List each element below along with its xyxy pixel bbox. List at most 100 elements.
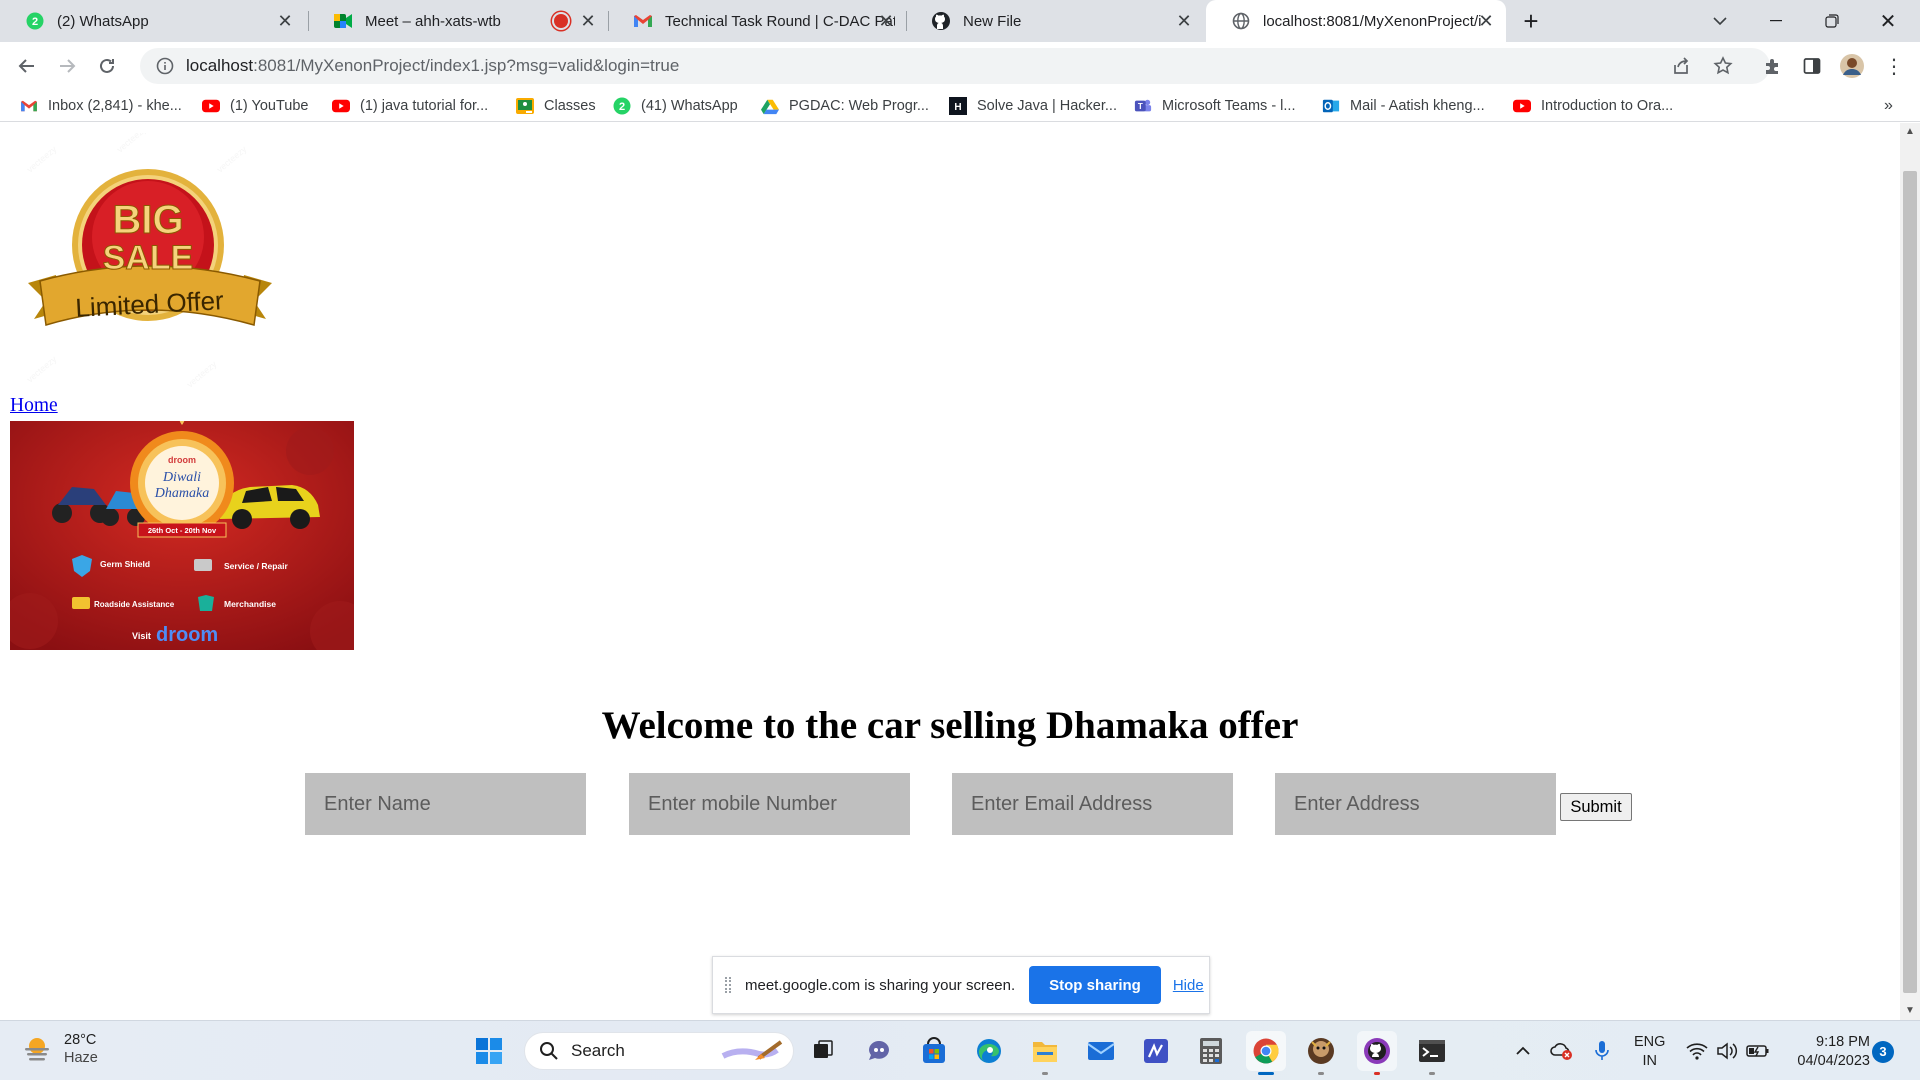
- taskbar-edge-app[interactable]: [969, 1031, 1009, 1071]
- name-input[interactable]: [305, 773, 586, 835]
- url-host: localhost: [186, 56, 254, 75]
- bookmark-pgdac[interactable]: PGDAC: Web Progr...: [761, 94, 929, 118]
- close-tab-icon[interactable]: ✕: [876, 11, 896, 31]
- scroll-down-arrow-icon[interactable]: ▼: [1900, 1002, 1920, 1020]
- tab-title: (2) WhatsApp: [57, 12, 149, 30]
- bookmark-introduction-oracle[interactable]: Introduction to Ora...: [1513, 94, 1673, 118]
- volume-speaker-icon[interactable]: [1713, 1037, 1741, 1065]
- tab-localhost-active[interactable]: localhost:8081/MyXenonProject/i ✕: [1206, 0, 1506, 42]
- bookmark-label: (1) YouTube: [230, 98, 309, 114]
- wifi-icon[interactable]: [1683, 1037, 1711, 1065]
- tab-whatsapp[interactable]: 2 (2) WhatsApp ✕: [0, 0, 305, 42]
- new-tab-button[interactable]: +: [1503, 0, 1559, 42]
- drag-handle-icon[interactable]: [725, 977, 731, 993]
- url-path: :8081/MyXenonProject/index1.jsp?msg=vali…: [253, 56, 680, 75]
- browser-toolbar: localhost:8081/MyXenonProject/index1.jsp…: [0, 42, 1920, 90]
- home-link[interactable]: Home: [10, 395, 58, 417]
- promo-title-line2: Dhamaka: [154, 486, 209, 501]
- bookmark-whatsapp[interactable]: 2 (41) WhatsApp: [613, 94, 738, 118]
- mail-envelope-icon: [1087, 1042, 1115, 1060]
- bookmarks-bar: Inbox (2,841) - khe... (1) YouTube (1) j…: [0, 90, 1920, 122]
- taskbar-chat-app[interactable]: [859, 1031, 899, 1071]
- bookmark-star-icon[interactable]: [1707, 50, 1739, 82]
- search-icon: [540, 1042, 558, 1060]
- page-scrollbar[interactable]: ▲ ▼: [1900, 123, 1920, 1020]
- share-page-icon[interactable]: [1665, 50, 1697, 82]
- onedrive-error-icon[interactable]: [1548, 1037, 1576, 1065]
- taskbar-game-app[interactable]: [1301, 1031, 1341, 1075]
- microphone-icon[interactable]: [1588, 1037, 1616, 1065]
- address-input[interactable]: [1275, 773, 1556, 835]
- google-meet-icon: [333, 11, 353, 31]
- bookmark-youtube[interactable]: (1) YouTube: [202, 94, 308, 118]
- microsoft-store-icon: [923, 1037, 945, 1063]
- gmail-icon: [633, 11, 653, 31]
- scrollbar-thumb[interactable]: [1903, 171, 1917, 993]
- profile-avatar-icon[interactable]: [1836, 50, 1868, 82]
- screen-sharing-bar: meet.google.com is sharing your screen. …: [712, 956, 1210, 1014]
- more-bookmarks-chevron-icon[interactable]: »: [1884, 94, 1893, 118]
- taskbar-calculator-app[interactable]: [1191, 1031, 1231, 1071]
- taskbar-chrome-app[interactable]: [1246, 1031, 1286, 1075]
- notification-count-badge[interactable]: 3: [1872, 1041, 1894, 1063]
- close-tab-icon[interactable]: ✕: [1476, 11, 1496, 31]
- show-hidden-icons-chevron-icon[interactable]: [1509, 1037, 1537, 1065]
- taskbar-github-desktop-app[interactable]: [1357, 1031, 1397, 1075]
- stop-sharing-button[interactable]: Stop sharing: [1029, 966, 1161, 1004]
- clock-date: 04/04/2023: [1797, 1053, 1870, 1069]
- mobile-number-input[interactable]: [629, 773, 910, 835]
- side-panel-icon[interactable]: [1796, 50, 1828, 82]
- minimize-window-button[interactable]: [1748, 0, 1804, 42]
- bookmark-teams[interactable]: T Microsoft Teams - l...: [1134, 94, 1295, 118]
- forward-button[interactable]: [51, 50, 83, 82]
- taskbar-store-app[interactable]: [914, 1031, 954, 1071]
- tab-github-new-file[interactable]: New File ✕: [906, 0, 1204, 42]
- address-bar[interactable]: localhost:8081/MyXenonProject/index1.jsp…: [140, 48, 1770, 84]
- bookmark-outlook-mail[interactable]: Mail - Aatish kheng...: [1322, 94, 1485, 118]
- hide-sharing-bar-link[interactable]: Hide: [1173, 977, 1204, 994]
- big-sale-logo-image: vecteezy vecteezy vecteezy vecteezy vect…: [10, 133, 294, 398]
- close-tab-icon[interactable]: ✕: [1174, 11, 1194, 31]
- github-icon: [931, 11, 951, 31]
- task-view-button[interactable]: [803, 1031, 843, 1071]
- taskbar-whiteboard-app[interactable]: [1136, 1031, 1176, 1071]
- back-button[interactable]: [11, 50, 43, 82]
- promo-dates-text: 26th Oct - 20th Nov: [148, 526, 217, 535]
- taskbar-file-explorer-app[interactable]: [1025, 1031, 1065, 1075]
- reload-button[interactable]: [91, 50, 123, 82]
- bookmark-classes[interactable]: Classes: [516, 94, 596, 118]
- scroll-up-arrow-icon[interactable]: ▲: [1900, 123, 1920, 141]
- extensions-puzzle-icon[interactable]: [1757, 50, 1789, 82]
- tab-search-chevron-icon[interactable]: [1692, 0, 1748, 42]
- bookmark-hackerrank[interactable]: H Solve Java | Hacker...: [949, 94, 1117, 118]
- sale-sale-text: SALE: [103, 239, 194, 277]
- bookmark-label: Microsoft Teams - l...: [1162, 98, 1296, 114]
- bookmark-label: Mail - Aatish kheng...: [1350, 98, 1485, 114]
- restore-window-button[interactable]: [1804, 0, 1860, 42]
- search-highlight-brush-icon: [721, 1040, 783, 1060]
- language-indicator[interactable]: ENG IN: [1634, 1033, 1665, 1071]
- email-address-input[interactable]: [952, 773, 1233, 835]
- close-tab-icon[interactable]: ✕: [578, 11, 598, 31]
- chrome-menu-icon[interactable]: ⋮: [1878, 50, 1910, 82]
- svg-text:H: H: [954, 102, 961, 113]
- tab-title: New File: [963, 12, 1022, 30]
- windows-start-button[interactable]: [469, 1031, 509, 1071]
- battery-charging-icon[interactable]: [1744, 1037, 1772, 1065]
- bookmark-inbox[interactable]: Inbox (2,841) - khe...: [20, 94, 182, 118]
- bookmark-java-tutorial[interactable]: (1) java tutorial for...: [332, 94, 488, 118]
- weather-widget[interactable]: 28°C Haze: [22, 1031, 98, 1067]
- close-tab-icon[interactable]: ✕: [275, 11, 295, 31]
- bookmark-label: Inbox (2,841) - khe...: [48, 98, 182, 114]
- taskbar-terminal-app[interactable]: [1412, 1031, 1452, 1075]
- system-clock[interactable]: 9:18 PM 04/04/2023: [1784, 1033, 1870, 1071]
- weather-condition: Haze: [64, 1050, 98, 1066]
- site-info-icon[interactable]: [156, 57, 174, 75]
- chrome-browser-icon: [1253, 1038, 1279, 1064]
- tab-gmail-technical-task[interactable]: Technical Task Round | C-DAC Pat ✕: [608, 0, 906, 42]
- taskbar-mail-app[interactable]: [1081, 1031, 1121, 1071]
- close-window-button[interactable]: ✕: [1860, 0, 1916, 42]
- submit-button[interactable]: Submit: [1560, 793, 1632, 821]
- taskbar-search-box[interactable]: Search: [524, 1032, 794, 1070]
- tab-google-meet[interactable]: Meet – ahh-xats-wtb ✕: [308, 0, 608, 42]
